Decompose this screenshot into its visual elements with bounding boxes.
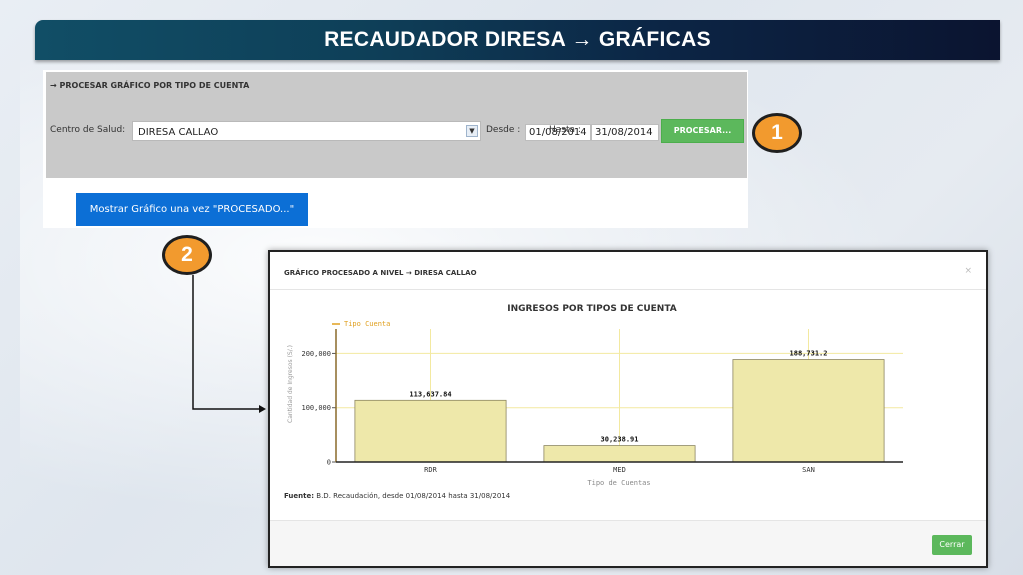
modal-title: GRÁFICO PROCESADO A NIVEL → DIRESA CALLA… [284, 269, 477, 277]
x-tick-label: SAN [802, 466, 815, 474]
fuente-text: B.D. Recaudación, desde 01/08/2014 hasta… [316, 492, 511, 500]
x-axis-label: Tipo de Cuentas [587, 479, 650, 487]
y-tick-label: 0 [327, 459, 331, 467]
legend-label: Tipo Cuenta [344, 320, 390, 328]
fuente-label: Fuente: [284, 492, 315, 500]
chart-modal: GRÁFICO PROCESADO A NIVEL → DIRESA CALLA… [268, 250, 988, 568]
y-tick-label: 100,000 [301, 404, 331, 412]
bar-value-label: 113,637.84 [409, 390, 451, 398]
cerrar-button[interactable]: Cerrar [932, 535, 972, 555]
chart-title: INGRESOS POR TIPOS DE CUENTA [507, 304, 677, 314]
modal-divider [270, 289, 986, 290]
fuente-note: Fuente: B.D. Recaudación, desde 01/08/20… [284, 492, 510, 500]
close-icon[interactable]: × [964, 266, 972, 276]
bar-value-label: 188,731.2 [790, 350, 828, 358]
x-tick-label: RDR [424, 466, 437, 474]
bar-med[interactable] [543, 445, 696, 463]
y-tick-label: 200,000 [301, 350, 331, 358]
y-axis-label: Cantidad de Ingresos (S/.) [287, 345, 294, 423]
x-tick-label: MED [613, 466, 626, 474]
bar-san[interactable] [732, 359, 885, 463]
modal-footer: Cerrar [270, 520, 986, 566]
bar-value-label: 30,238.91 [601, 436, 639, 444]
chart: INGRESOS POR TIPOS DE CUENTA Tipo Cuenta… [287, 304, 903, 487]
bar-rdr[interactable] [354, 399, 507, 463]
